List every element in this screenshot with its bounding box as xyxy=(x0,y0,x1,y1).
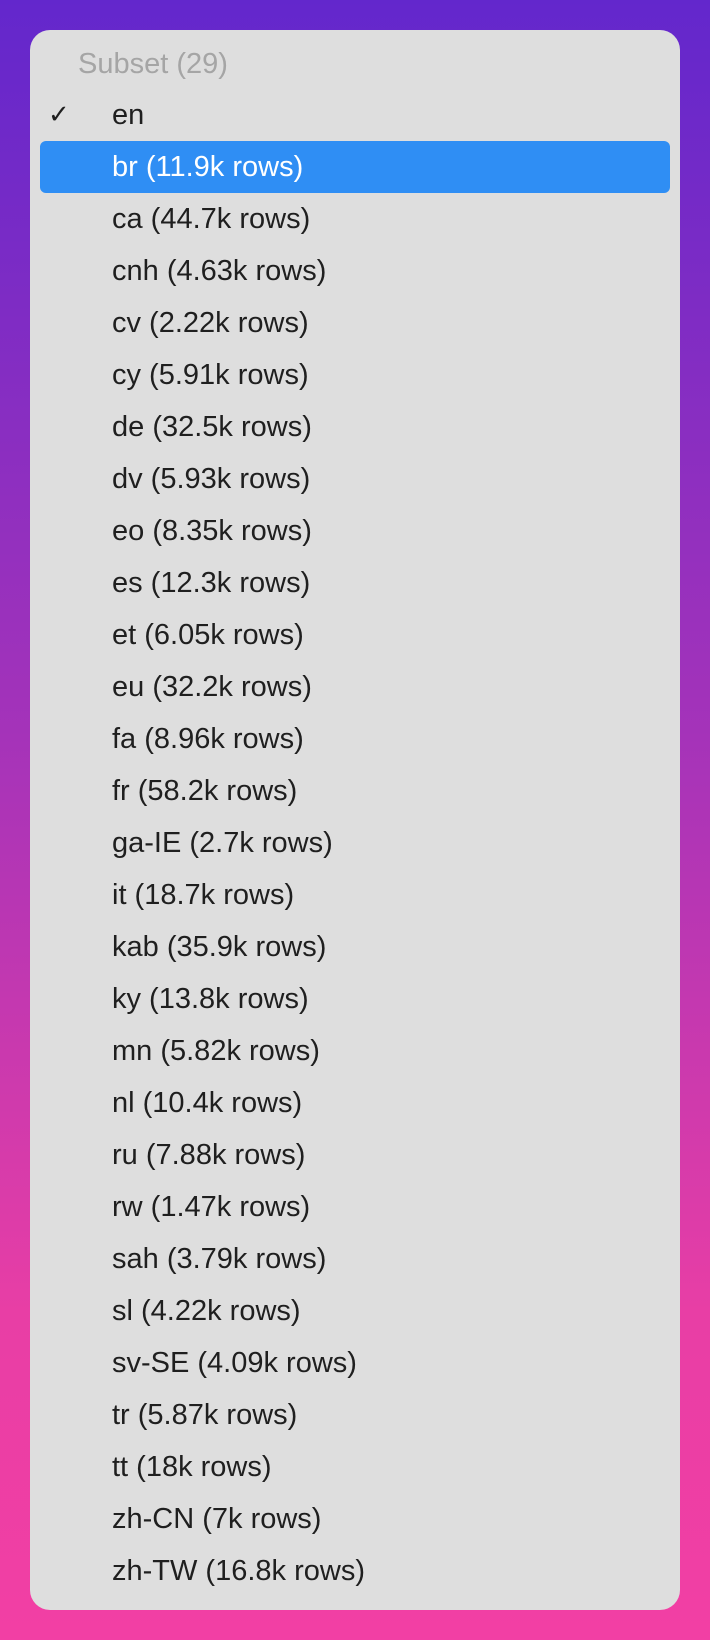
menu-item[interactable]: rw (1.47k rows) xyxy=(30,1181,680,1233)
menu-item-label: mn (5.82k rows) xyxy=(112,1035,320,1067)
menu-item-label: en xyxy=(112,99,145,131)
menu-item[interactable]: ✓ en xyxy=(30,89,680,141)
menu-item-list: ✓ en br (11.9k rows) ca (44.7k rows) cnh (4.… xyxy=(30,89,680,1597)
menu-item-label: nl (10.4k rows) xyxy=(112,1087,303,1119)
subset-dropdown-menu: Subset (29) ✓ en br (11.9k rows) ca (44.7k … xyxy=(30,30,680,1610)
menu-item[interactable]: ca (44.7k rows) xyxy=(30,193,680,245)
menu-item-label: ky (13.8k rows) xyxy=(112,983,309,1015)
menu-item-label: rw (1.47k rows) xyxy=(112,1191,311,1223)
menu-item-label: de (32.5k rows) xyxy=(112,411,312,443)
menu-item[interactable]: mn (5.82k rows) xyxy=(30,1025,680,1077)
menu-item-label: zh-CN (7k rows) xyxy=(112,1503,322,1535)
menu-item[interactable]: tr (5.87k rows) xyxy=(30,1389,680,1441)
checkmark-icon: ✓ xyxy=(48,100,70,130)
menu-item[interactable]: eu (32.2k rows) xyxy=(30,661,680,713)
menu-item-label: zh-TW (16.8k rows) xyxy=(112,1555,365,1587)
menu-item-label: ca (44.7k rows) xyxy=(112,203,311,235)
menu-item-label: eo (8.35k rows) xyxy=(112,515,312,547)
menu-item[interactable]: cnh (4.63k rows) xyxy=(30,245,680,297)
menu-item[interactable]: br (11.9k rows) xyxy=(30,141,680,193)
menu-item[interactable]: cv (2.22k rows) xyxy=(30,297,680,349)
menu-item-label: tr (5.87k rows) xyxy=(112,1399,298,1431)
menu-item-label: eu (32.2k rows) xyxy=(112,671,312,703)
menu-item-label: sl (4.22k rows) xyxy=(112,1295,301,1327)
menu-item-label: fa (8.96k rows) xyxy=(112,723,304,755)
menu-item[interactable]: eo (8.35k rows) xyxy=(30,505,680,557)
menu-item-label: tt (18k rows) xyxy=(112,1451,272,1483)
menu-item-label: dv (5.93k rows) xyxy=(112,463,311,495)
menu-item-label: sah (3.79k rows) xyxy=(112,1243,327,1275)
menu-item-label: cy (5.91k rows) xyxy=(112,359,309,391)
menu-item[interactable]: et (6.05k rows) xyxy=(30,609,680,661)
menu-item[interactable]: cy (5.91k rows) xyxy=(30,349,680,401)
menu-item[interactable]: de (32.5k rows) xyxy=(30,401,680,453)
menu-item[interactable]: es (12.3k rows) xyxy=(30,557,680,609)
menu-item[interactable]: dv (5.93k rows) xyxy=(30,453,680,505)
menu-item[interactable]: ru (7.88k rows) xyxy=(30,1129,680,1181)
menu-item-label: cv (2.22k rows) xyxy=(112,307,309,339)
menu-item-label: et (6.05k rows) xyxy=(112,619,304,651)
menu-item[interactable]: tt (18k rows) xyxy=(30,1441,680,1493)
menu-item-label: it (18.7k rows) xyxy=(112,879,295,911)
menu-item-label: ga-IE (2.7k rows) xyxy=(112,827,333,859)
menu-item[interactable]: fa (8.96k rows) xyxy=(30,713,680,765)
menu-item-label: sv-SE (4.09k rows) xyxy=(112,1347,357,1379)
menu-item[interactable]: zh-CN (7k rows) xyxy=(30,1493,680,1545)
menu-item[interactable]: ky (13.8k rows) xyxy=(30,973,680,1025)
menu-item[interactable]: fr (58.2k rows) xyxy=(30,765,680,817)
menu-item-label: fr (58.2k rows) xyxy=(112,775,298,807)
menu-item[interactable]: it (18.7k rows) xyxy=(30,869,680,921)
menu-item[interactable]: nl (10.4k rows) xyxy=(30,1077,680,1129)
menu-item[interactable]: kab (35.9k rows) xyxy=(30,921,680,973)
menu-item[interactable]: ga-IE (2.7k rows) xyxy=(30,817,680,869)
menu-item-label: ru (7.88k rows) xyxy=(112,1139,306,1171)
menu-item-label: kab (35.9k rows) xyxy=(112,931,327,963)
menu-item-label: br (11.9k rows) xyxy=(112,151,304,183)
menu-item[interactable]: sl (4.22k rows) xyxy=(30,1285,680,1337)
menu-item[interactable]: zh-TW (16.8k rows) xyxy=(30,1545,680,1597)
menu-header: Subset (29) xyxy=(78,48,228,80)
menu-item-label: cnh (4.63k rows) xyxy=(112,255,327,287)
menu-item-label: es (12.3k rows) xyxy=(112,567,311,599)
menu-item[interactable]: sv-SE (4.09k rows) xyxy=(30,1337,680,1389)
menu-item[interactable]: sah (3.79k rows) xyxy=(30,1233,680,1285)
